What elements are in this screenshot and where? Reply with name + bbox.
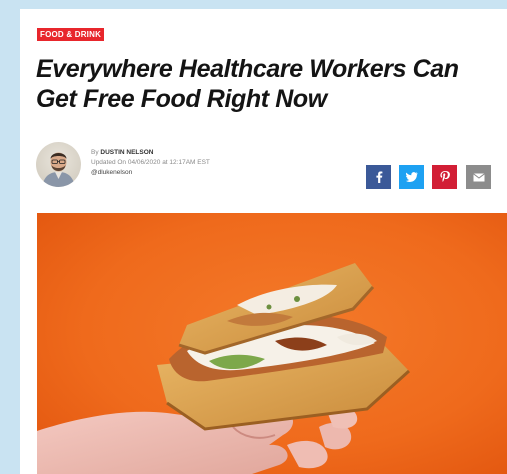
pinterest-share-button[interactable]	[432, 165, 457, 189]
facebook-share-button[interactable]	[366, 165, 391, 189]
avatar-portrait	[42, 152, 75, 187]
byline-author-line: By DUSTIN NELSON	[91, 148, 210, 158]
author-avatar[interactable]	[36, 142, 81, 187]
byline: By DUSTIN NELSON Updated On 04/06/2020 a…	[91, 148, 210, 178]
category-tag[interactable]: FOOD & DRINK	[37, 28, 105, 41]
twitter-share-button[interactable]	[399, 165, 424, 189]
author-handle[interactable]: @dlukenelson	[91, 168, 210, 178]
twitter-icon	[405, 172, 418, 182]
email-icon	[472, 172, 485, 181]
author-name[interactable]: DUSTIN NELSON	[100, 149, 153, 156]
pinterest-icon	[439, 171, 450, 182]
email-share-button[interactable]	[466, 165, 491, 189]
updated-timestamp: Updated On 04/06/2020 at 12:17AM EST	[91, 159, 210, 166]
article-card: FOOD & DRINK Everywhere Healthcare Worke…	[20, 9, 507, 474]
hero-image[interactable]	[37, 213, 507, 474]
facebook-icon	[375, 171, 382, 183]
article-headline: Everywhere Healthcare Workers Can Get Fr…	[36, 55, 459, 113]
sandwich-photo	[37, 213, 507, 474]
byline-prefix: By	[91, 149, 99, 156]
